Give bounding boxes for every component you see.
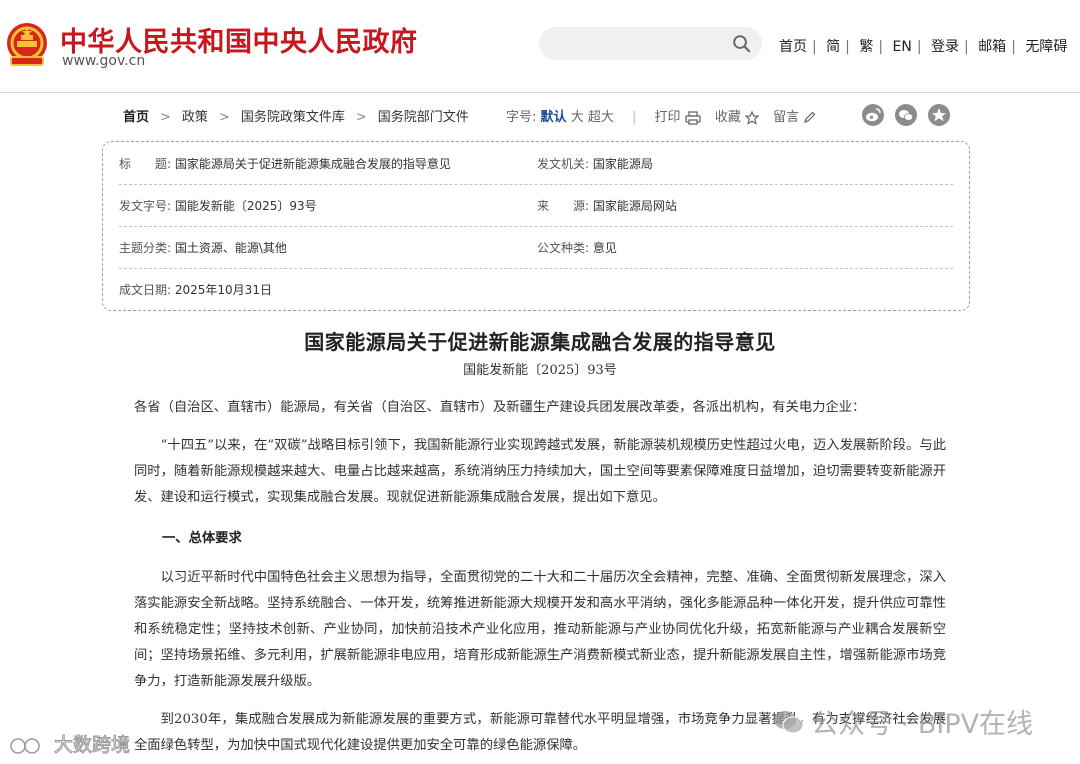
info-label: 公文种类: [537, 241, 590, 255]
pencil-icon [804, 111, 816, 123]
info-value: 国家能源局 [592, 157, 653, 171]
article-title: 国家能源局关于促进新能源集成融合发展的指导意见 [304, 330, 776, 354]
info-title: 标 题: 国家能源局关于促进新能源集成融合发展的指导意见 [119, 155, 451, 172]
nav-accessibility[interactable]: 无障碍 [1025, 39, 1067, 55]
site-header: 中华人民共和国中央人民政府 www.gov.cn 首页 | 简 | 繁 | EN | 登… [0, 0, 1080, 93]
info-value: 国家能源局关于促进新能源集成融合发展的指导意见 [174, 157, 451, 171]
chevron-right-icon: > [218, 110, 230, 125]
info-value: 国能发新能〔2025〕93号 [174, 199, 317, 213]
info-row: 成文日期: 2025年10月31日 [119, 268, 953, 310]
nav-simplified[interactable]: 简 [826, 39, 840, 55]
info-doc-number: 发文字号: 国能发新能〔2025〕93号 [119, 197, 317, 214]
info-label: 主题分类: [119, 241, 172, 255]
nav-login[interactable]: 登录 [931, 39, 959, 55]
weibo-icon[interactable] [862, 104, 884, 126]
search-box[interactable] [539, 27, 762, 60]
article-paragraph: “十四五”以来，在“双碳”战略目标引领下，我国新能源行业实现跨越式发展，新能源装… [134, 438, 946, 505]
info-doc-type: 公文种类: 意见 [537, 239, 617, 256]
nav-traditional[interactable]: 繁 [859, 39, 873, 55]
info-label: 发文机关: [537, 157, 590, 171]
article-tools: 字号: 默认 大 超大 | 打印 收藏 留言 [506, 106, 816, 125]
favorite-button[interactable]: 收藏 [715, 110, 763, 125]
info-row: 主题分类: 国土资源、能源\其他 公文种类: 意见 [119, 226, 953, 269]
wechat-icon[interactable] [895, 104, 917, 126]
printer-icon [685, 110, 701, 125]
document-info-table: 标 题: 国家能源局关于促进新能源集成融合发展的指导意见 发文机关: 国家能源局… [102, 141, 970, 311]
info-value: 国家能源局网站 [592, 199, 677, 213]
site-url[interactable]: www.gov.cn [62, 53, 145, 69]
star-icon [744, 110, 759, 125]
top-nav: 首页 | 简 | 繁 | EN | 登录 | 邮箱 | 无障碍 [779, 39, 1068, 55]
info-label: 发文字号: [119, 199, 172, 213]
national-emblem-logo[interactable] [5, 21, 49, 69]
article-doc-number: 国能发新能〔2025〕93号 [463, 363, 617, 378]
breadcrumb-home[interactable]: 首页 [123, 110, 149, 125]
chevron-right-icon: > [160, 110, 171, 125]
info-issuer: 发文机关: 国家能源局 [537, 155, 653, 172]
info-label: 成文日期: [119, 283, 172, 297]
info-value: 2025年10月31日 [174, 283, 272, 297]
qzone-icon[interactable] [928, 104, 950, 126]
info-label: 来 源: [537, 199, 590, 213]
breadcrumb-policy[interactable]: 政策 [182, 110, 208, 125]
font-size-default[interactable]: 默认 [541, 110, 567, 125]
nav-english[interactable]: EN [893, 39, 912, 55]
breadcrumb-policy-library[interactable]: 国务院政策文件库 [241, 110, 345, 125]
info-row: 发文字号: 国能发新能〔2025〕93号 来 源: 国家能源局网站 [119, 184, 953, 227]
watermark-left-text: 大数跨境 [54, 734, 131, 757]
font-size-xlarge[interactable]: 超大 [588, 110, 614, 125]
wechat-watermark-icon [774, 710, 804, 733]
print-button[interactable]: 打印 [655, 110, 705, 125]
info-row: 标 题: 国家能源局关于促进新能源集成融合发展的指导意见 发文机关: 国家能源局 [119, 142, 953, 185]
info-date: 成文日期: 2025年10月31日 [119, 281, 272, 298]
watermark-right-text: 公众号 · BIPV在线 [811, 709, 1034, 740]
comment-button[interactable]: 留言 [773, 110, 816, 125]
watermark-right: 公众号 · BIPV在线 [772, 702, 1033, 741]
article-addressee: 各省（自治区、直辖市）能源局，有关省（自治区、直辖市）及新疆生产建设兵团发展改革… [134, 400, 866, 415]
info-value: 国土资源、能源\其他 [174, 241, 287, 255]
watermark-left: 大数跨境 [8, 730, 131, 757]
breadcrumb-department-docs[interactable]: 国务院部门文件 [378, 110, 469, 125]
section-heading: 一、总体要求 [162, 531, 242, 546]
article-paragraph: 以习近平新时代中国特色社会主义思想为指导，全面贯彻党的二十大和二十届历次全会精神… [134, 570, 946, 689]
info-category: 主题分类: 国土资源、能源\其他 [119, 239, 287, 256]
watermark-logo-icon [10, 737, 40, 754]
font-size-large[interactable]: 大 [571, 110, 584, 125]
nav-home[interactable]: 首页 [779, 39, 807, 55]
search-icon[interactable] [732, 34, 751, 53]
info-value: 意见 [592, 241, 617, 255]
nav-mailbox[interactable]: 邮箱 [978, 39, 1006, 55]
info-source: 来 源: 国家能源局网站 [537, 197, 677, 214]
chevron-right-icon: > [355, 110, 367, 125]
font-size-label: 字号: [506, 110, 537, 125]
breadcrumb: 首页 > 政策 > 国务院政策文件库 > 国务院部门文件 [123, 106, 469, 125]
search-input[interactable] [553, 33, 727, 55]
info-label: 标 题: [119, 157, 172, 171]
